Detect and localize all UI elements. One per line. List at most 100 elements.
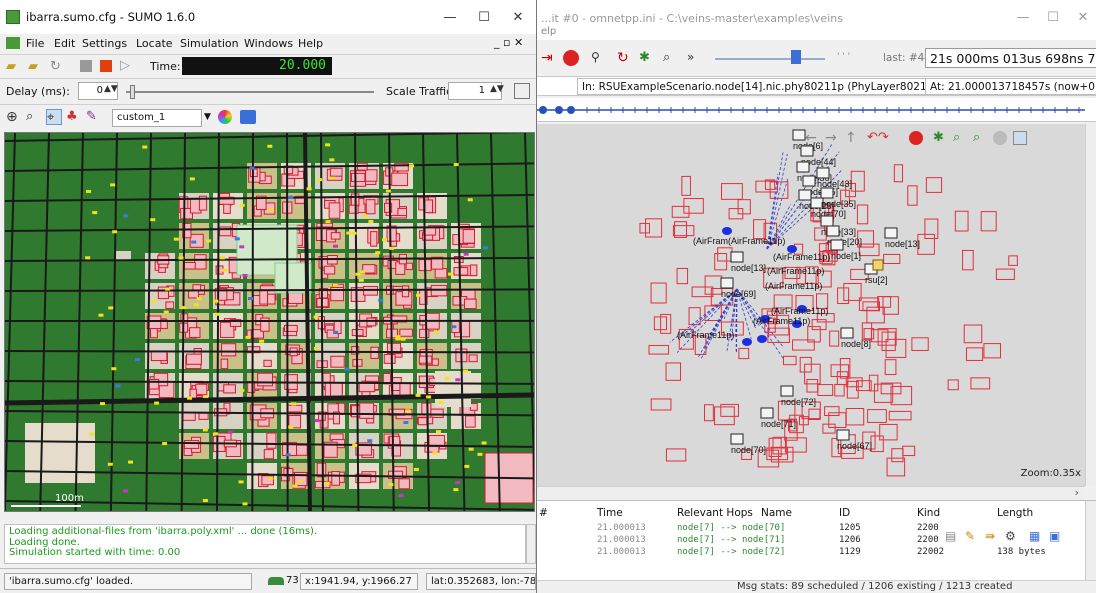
recenter-icon[interactable]: ⊕ (6, 109, 22, 125)
list-view-icon[interactable]: ▣ (1049, 529, 1060, 543)
sumo-map-view[interactable]: 100m (4, 132, 535, 512)
menu-help[interactable]: Help (298, 37, 323, 50)
sumo-maximize-icon[interactable]: ☐ (474, 10, 494, 26)
building (365, 169, 378, 182)
canvas-horizontal-scrollbar[interactable]: › (537, 486, 1085, 500)
col-header-id[interactable]: ID (839, 507, 850, 519)
settings-icon[interactable]: ⚙ (1005, 529, 1016, 543)
sumo-minimize-icon[interactable]: — (440, 10, 460, 26)
run-until-icon[interactable]: ⇥ (541, 50, 559, 68)
building (323, 265, 336, 275)
log-kind: 2200 (917, 535, 939, 545)
scale-stepper-icon[interactable]: ▲▼ (490, 84, 504, 94)
building-outline (834, 383, 845, 397)
menu-simulation[interactable]: Simulation (180, 37, 239, 50)
minimize-icon[interactable]: — (1013, 10, 1033, 26)
timeline-svg (537, 106, 1085, 114)
building (198, 412, 209, 420)
col-header-hops[interactable]: Relevant Hops (677, 507, 753, 519)
reload-icon[interactable]: ↻ (50, 59, 66, 75)
poi-icon[interactable]: ✎ (86, 109, 102, 125)
menu-windows[interactable]: Windows (244, 37, 293, 50)
log-scrollbar[interactable] (1085, 501, 1096, 581)
airframe-dot (757, 335, 767, 343)
find-icon[interactable]: ⌕ (663, 50, 681, 68)
log-hops: node[7] --> node[71] (677, 535, 786, 545)
speed-slider[interactable] (715, 58, 825, 60)
speed-slider-thumb[interactable] (791, 50, 801, 64)
building (359, 402, 375, 419)
message-scrollbar[interactable] (526, 524, 536, 564)
filter-icon[interactable]: ▤ (945, 529, 956, 543)
close-icon[interactable]: ✕ (1073, 10, 1093, 26)
node-icon (820, 187, 834, 199)
refresh-icon[interactable]: ↻ (617, 50, 635, 68)
scroll-right-icon[interactable]: › (1075, 486, 1079, 499)
col-header-name[interactable]: Name (761, 507, 792, 519)
msg-stats: Msg stats: 89 scheduled / 1206 existing … (737, 581, 1013, 592)
step-icon[interactable]: ⇛ (985, 529, 995, 543)
canvas-vertical-scrollbar[interactable] (1085, 124, 1096, 486)
grid-view-icon[interactable]: ▦ (1029, 529, 1040, 543)
color-wheel-icon[interactable] (218, 110, 232, 124)
chevron-down-icon[interactable]: ▼ (204, 112, 211, 122)
pin-icon[interactable]: ✎ (965, 529, 975, 543)
building-outline (907, 185, 918, 206)
delay-stepper-icon[interactable]: ▲▼ (104, 84, 118, 94)
more-icon[interactable]: » (687, 50, 705, 68)
col-header-length[interactable]: Length (997, 507, 1033, 519)
vehicle (285, 453, 291, 457)
delay-slider[interactable] (126, 91, 374, 93)
mdi-controls[interactable]: _ ▫ ✕ (494, 36, 523, 49)
omnetpp-menu-help[interactable]: elp (541, 26, 556, 37)
building-outline (806, 379, 819, 393)
rebuild-icon[interactable]: ⚲ (591, 50, 609, 68)
open-network-icon[interactable]: ▰ (28, 59, 44, 75)
view-panel-icon[interactable] (514, 83, 530, 99)
stop-icon[interactable] (563, 50, 579, 66)
airframe-label: (AirFrame11p) (773, 252, 830, 262)
building-outline (829, 330, 840, 347)
log-row[interactable]: 21.000013 node[7] --> node[72] 1129 2200… (537, 547, 1085, 559)
maximize-icon[interactable]: ☐ (1043, 10, 1063, 26)
col-header-time[interactable]: Time (597, 507, 623, 519)
delay-slider-thumb[interactable] (130, 85, 135, 99)
log-row[interactable]: 21.000013 node[7] --> node[71] 1206 2200 (537, 535, 1085, 547)
vehicle (213, 299, 219, 303)
open-icon[interactable]: ▰ (6, 59, 22, 75)
building-outline (970, 377, 991, 390)
sumo-message-log[interactable]: Loading additional-files from 'ibarra.po… (4, 524, 526, 564)
locate-icon[interactable]: ⌕ (26, 109, 42, 125)
vehicle (142, 145, 148, 149)
vehicle (378, 298, 384, 302)
vehicle (316, 178, 322, 182)
vehicle (206, 239, 212, 243)
vehicle (375, 251, 381, 255)
time-label: Time: (150, 60, 181, 73)
step-forward-icon[interactable]: ▷ (120, 58, 136, 74)
building-outline (799, 356, 812, 373)
vehicle (193, 303, 199, 307)
col-header-kind[interactable]: Kind (917, 507, 940, 519)
menu-file[interactable]: File (26, 37, 44, 50)
pause-icon[interactable] (80, 60, 92, 72)
node-icon (826, 225, 840, 237)
menu-edit[interactable]: Edit (54, 37, 75, 50)
airframe-label: (AirFrame11p) (765, 281, 822, 291)
message-log[interactable]: # Time Relevant Hops Name ID Kind Length… (537, 500, 1096, 581)
menu-settings[interactable]: Settings (82, 37, 127, 50)
col-header-num[interactable]: # (539, 507, 548, 519)
network-canvas[interactable]: ← → ↑ ↶↷ ✱ ⌕ ⌕ node[6]node[44]node[36]no… (537, 124, 1085, 486)
log-row[interactable]: 21.000013 node[7] --> node[70] 1205 2200 (537, 523, 1085, 535)
vehicle-icon[interactable]: ♣ (66, 109, 82, 125)
menu-locate[interactable]: Locate (136, 37, 173, 50)
event-timeline[interactable] (537, 98, 1096, 122)
screenshot-icon[interactable] (240, 110, 256, 124)
sumo-stop-icon[interactable] (100, 60, 112, 72)
scheme-select[interactable]: custom_1 (112, 109, 202, 127)
network-icon[interactable]: ✱ (639, 50, 657, 68)
select-icon[interactable]: ⌖ (46, 109, 62, 125)
sumo-close-icon[interactable]: ✕ (508, 10, 528, 26)
building-outline (873, 383, 894, 403)
building-outline (837, 287, 850, 305)
